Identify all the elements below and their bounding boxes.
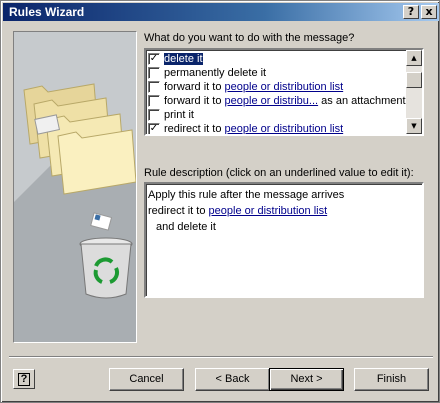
wizard-illustration [13,31,137,343]
action-checkbox[interactable]: ✓ [148,53,160,65]
description-line-1: Apply this rule after the message arrive… [148,189,345,201]
action-label: permanently delete it [164,67,267,79]
actions-scrollbar[interactable]: ▲ ▼ [406,50,422,134]
action-item-print[interactable]: print it [148,108,410,122]
help-button[interactable]: ? [13,369,35,389]
action-checkbox[interactable] [148,67,160,79]
action-checkbox[interactable]: ✓ [148,123,160,134]
action-link[interactable]: people or distribution list [225,81,344,93]
action-label: forward it to [164,81,225,93]
action-label: redirect it to [164,123,225,135]
description-line-2: redirect it to people or distribution li… [148,205,328,217]
action-label-suffix: as an attachment [318,95,406,107]
action-label: print it [164,109,194,121]
scroll-thumb[interactable] [406,72,422,88]
close-button[interactable]: x [421,5,437,19]
button-divider [9,356,433,358]
action-label: delete it [163,52,204,66]
action-link[interactable]: people or distribu... [225,95,319,107]
scroll-up-icon[interactable]: ▲ [406,50,422,66]
action-checkbox[interactable] [148,81,160,93]
help-icon: ? [18,373,30,386]
recycle-bin-icon [79,237,133,299]
next-button[interactable]: Next > [269,368,344,391]
cancel-button[interactable]: Cancel [109,368,184,391]
title-help-button[interactable]: ? [403,5,419,19]
scroll-down-icon[interactable]: ▼ [406,118,422,134]
description-line-3: and delete it [156,221,216,233]
action-checkbox[interactable] [148,95,160,107]
action-link[interactable]: people or distribution list [225,123,344,134]
rule-description-label: Rule description (click on an underlined… [144,167,414,179]
window-title: Rules Wizard [9,5,85,19]
back-button[interactable]: < Back [195,368,270,391]
finish-button[interactable]: Finish [354,368,429,391]
folders-and-recycle-bin-illustration [14,32,136,342]
action-item-forward-attachment[interactable]: forward it to people or distribu... as a… [148,94,410,108]
rule-description-box: Apply this rule after the message arrive… [144,182,424,298]
actions-question-label: What do you want to do with the message? [144,32,355,44]
action-item-redirect[interactable]: ✓ redirect it to people or distribution … [148,122,410,135]
rules-wizard-dialog: Rules Wizard ? x What do you want to do … [0,0,440,403]
title-bar: Rules Wizard ? x [3,3,439,21]
description-link[interactable]: people or distribution list [209,205,328,217]
action-item-permanently-delete[interactable]: permanently delete it [148,66,410,80]
actions-listbox[interactable]: ✓ delete it permanently delete it forwar… [144,48,424,136]
action-item-forward[interactable]: forward it to people or distribution lis… [148,80,410,94]
action-label: forward it to [164,95,225,107]
action-checkbox[interactable] [148,109,160,121]
action-item-delete[interactable]: ✓ delete it [148,52,410,66]
